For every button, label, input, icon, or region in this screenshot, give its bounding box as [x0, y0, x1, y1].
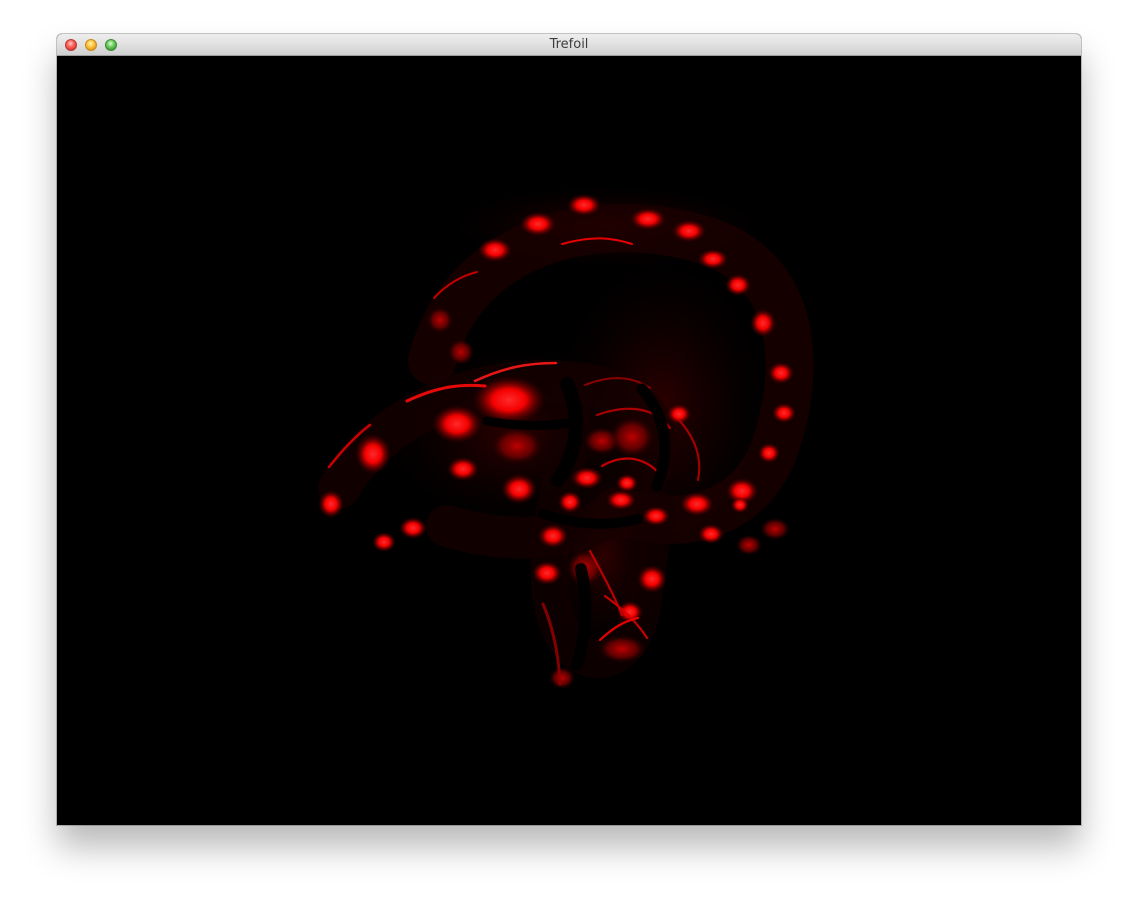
desktop: Trefoil [0, 0, 1138, 904]
opengl-viewport[interactable] [57, 56, 1081, 825]
trefoil-render [57, 56, 1081, 825]
app-window: Trefoil [57, 34, 1081, 825]
window-title: Trefoil [549, 37, 589, 52]
window-titlebar[interactable]: Trefoil [57, 34, 1081, 56]
